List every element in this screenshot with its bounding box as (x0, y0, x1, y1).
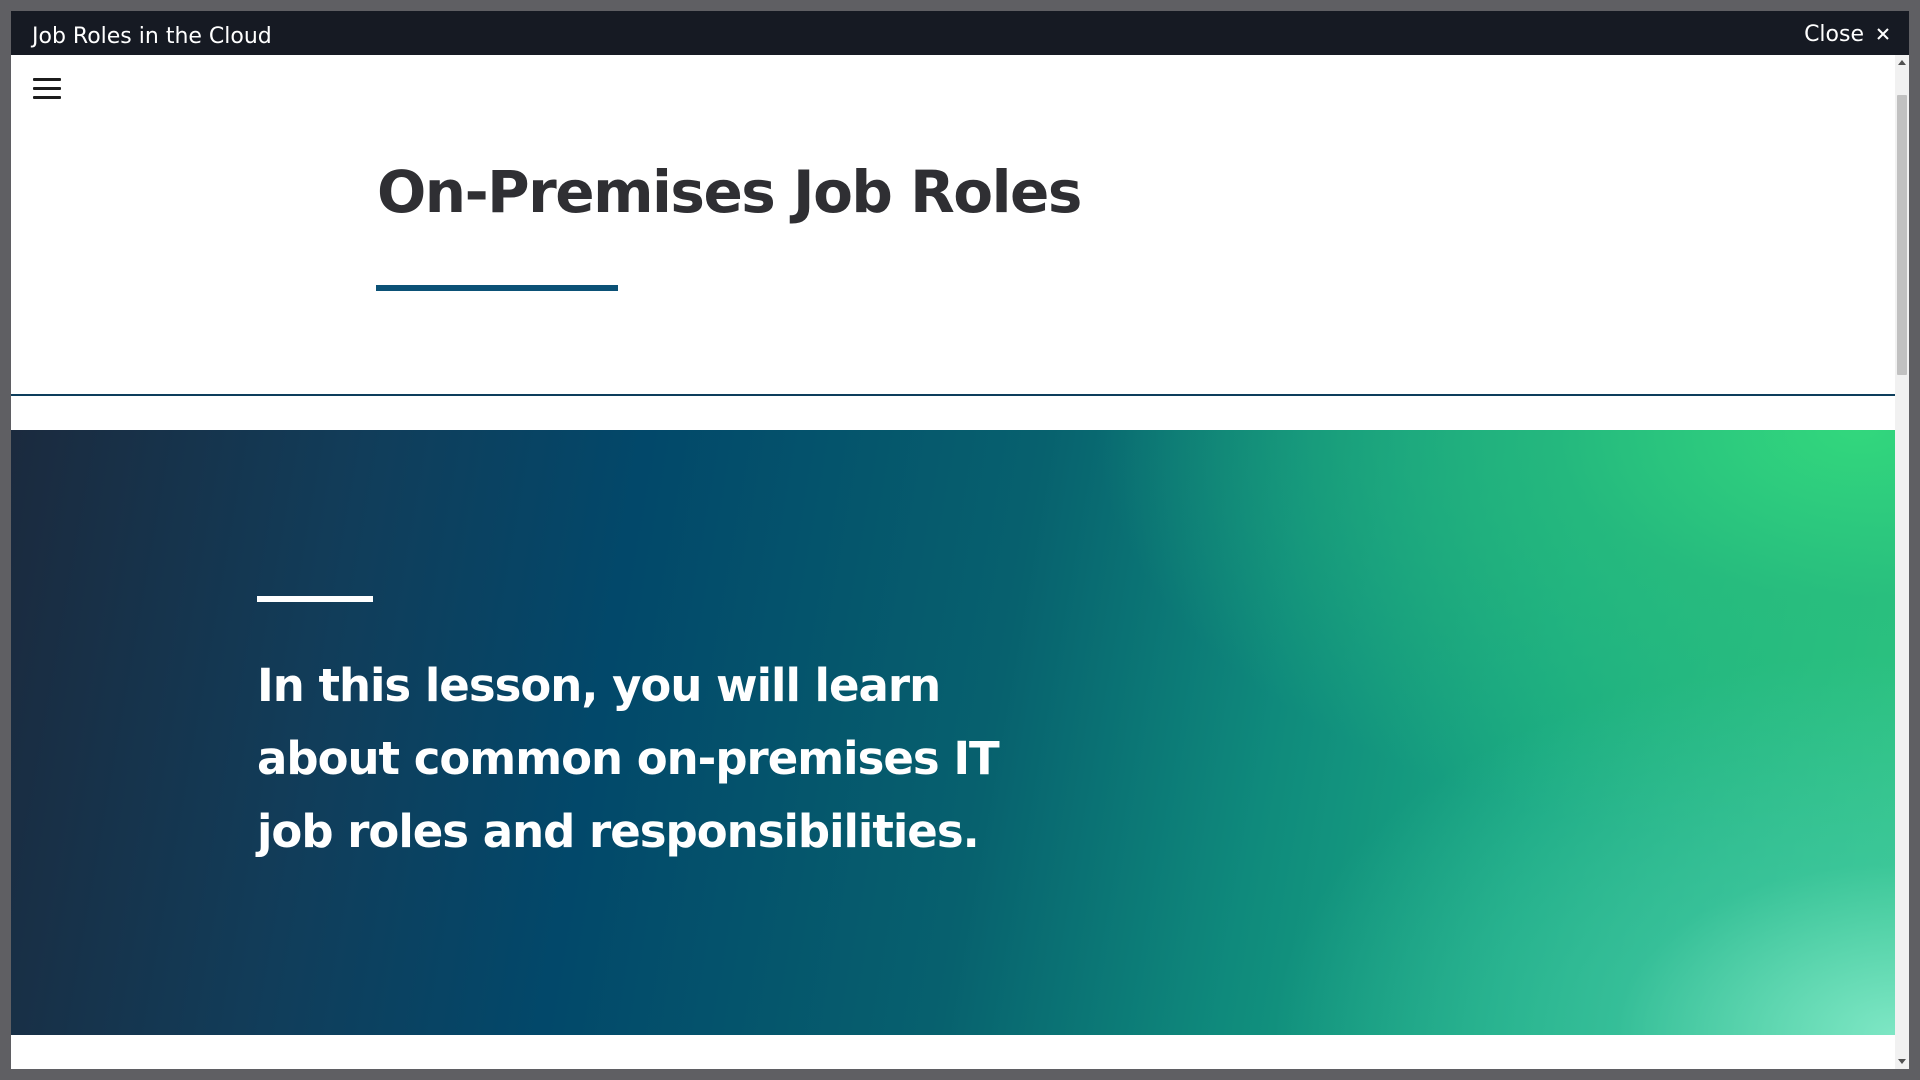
scroll-down-arrow-icon[interactable] (1898, 1059, 1906, 1064)
section-divider (11, 394, 1895, 396)
close-label: Close (1804, 21, 1864, 47)
scroll-up-arrow-icon[interactable] (1898, 60, 1906, 65)
lesson-window: Job Roles in the Cloud Close On-Premises… (11, 11, 1909, 1069)
close-icon (1877, 28, 1889, 40)
window-titlebar: Job Roles in the Cloud Close (11, 11, 1909, 55)
lesson-content: On-Premises Job Roles In this lesson, yo… (11, 55, 1895, 1069)
title-underline (376, 285, 618, 291)
page-title: On-Premises Job Roles (377, 158, 1082, 226)
hero-accent-rule (257, 596, 373, 602)
window-title: Job Roles in the Cloud (32, 24, 272, 49)
scrollbar-thumb[interactable] (1897, 95, 1907, 375)
hero-banner: In this lesson, you will learn about com… (11, 430, 1895, 1035)
close-button[interactable]: Close (1804, 19, 1892, 49)
hamburger-menu-icon[interactable] (31, 75, 63, 103)
vertical-scrollbar[interactable] (1895, 55, 1909, 1069)
hero-text: In this lesson, you will learn about com… (257, 659, 1000, 858)
